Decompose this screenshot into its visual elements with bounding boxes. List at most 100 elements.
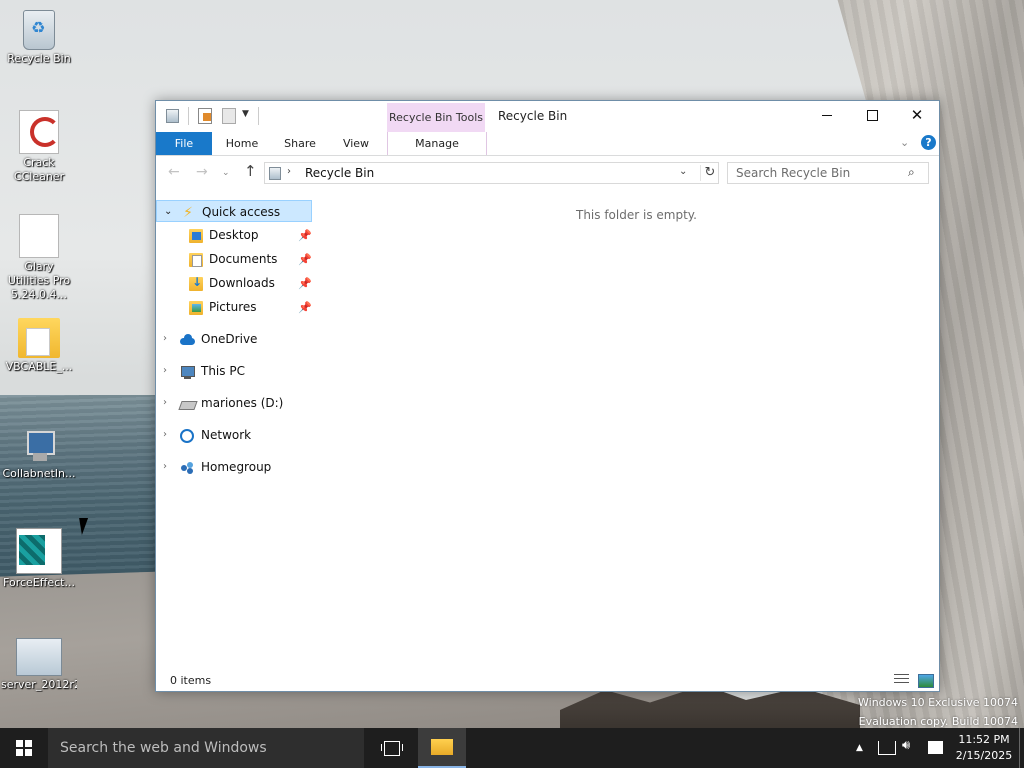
search-placeholder: Search Recycle Bin bbox=[736, 166, 851, 180]
nav-item-pictures[interactable]: Pictures 📌 bbox=[156, 296, 316, 320]
properties-icon[interactable] bbox=[198, 108, 212, 124]
status-bar: 0 items bbox=[156, 670, 939, 692]
watermark-line: Windows 10 Exclusive 10074 bbox=[858, 696, 1018, 709]
maximize-button[interactable] bbox=[849, 101, 895, 129]
nav-item-quick-access[interactable]: ⌄ ⚡ Quick access bbox=[156, 200, 312, 222]
address-row: ← → ⌄ ↑ › Recycle Bin ⌄ ↻ Search Recycle… bbox=[156, 156, 939, 190]
network-icon bbox=[180, 429, 194, 443]
toolbar-separator bbox=[188, 107, 189, 125]
network-status-icon[interactable] bbox=[878, 741, 896, 755]
folder-icon bbox=[18, 318, 60, 358]
expand-chevron-icon[interactable]: › bbox=[163, 397, 167, 408]
help-icon[interactable]: ? bbox=[921, 135, 936, 150]
nav-item-desktop[interactable]: Desktop 📌 bbox=[156, 224, 316, 248]
desktop-icon-vbcable[interactable]: VBCABLE_... bbox=[1, 318, 77, 374]
forward-arrow-icon[interactable]: → bbox=[196, 164, 208, 180]
tab-home[interactable]: Home bbox=[212, 132, 272, 155]
details-view-icon[interactable] bbox=[894, 674, 909, 686]
tab-file[interactable]: File bbox=[156, 132, 212, 155]
homegroup-icon bbox=[180, 461, 194, 475]
expand-chevron-icon[interactable]: › bbox=[163, 365, 167, 376]
close-icon: ✕ bbox=[910, 106, 924, 124]
explorer-window: ▼ Recycle Bin Tools Recycle Bin ✕ File H… bbox=[155, 100, 940, 692]
expand-ribbon-chevron-icon[interactable]: ⌄ bbox=[900, 136, 909, 149]
breadcrumb-chevron-icon[interactable]: › bbox=[287, 166, 291, 177]
up-arrow-icon[interactable]: ↑ bbox=[244, 162, 257, 180]
breadcrumb-recycle-bin[interactable]: Recycle Bin bbox=[305, 166, 374, 180]
item-count: 0 items bbox=[170, 674, 212, 687]
address-dropdown-chevron-icon[interactable]: ⌄ bbox=[679, 166, 687, 177]
pictures-folder-icon bbox=[189, 301, 203, 315]
nav-item-documents[interactable]: Documents 📌 bbox=[156, 248, 316, 272]
start-button[interactable] bbox=[0, 728, 48, 768]
windows-logo-icon bbox=[16, 740, 32, 756]
pin-icon[interactable]: 📌 bbox=[298, 301, 312, 314]
computer-icon bbox=[180, 365, 195, 379]
nav-item-homegroup[interactable]: › Homegroup bbox=[156, 456, 316, 480]
volume-icon[interactable]: 🔊︎ bbox=[902, 738, 910, 753]
ribbon-tabs: File Home Share View Manage ⌄ ? bbox=[156, 132, 939, 156]
nav-item-this-pc[interactable]: › This PC bbox=[156, 360, 316, 384]
window-title: Recycle Bin bbox=[498, 109, 568, 123]
desktop-icon-label: VBCABLE_... bbox=[5, 360, 73, 373]
action-center-icon[interactable] bbox=[928, 741, 943, 754]
documents-folder-icon bbox=[189, 253, 203, 267]
clock-time: 11:52 PM bbox=[958, 733, 1010, 746]
clock-date: 2/15/2025 bbox=[955, 749, 1013, 762]
large-icons-view-icon[interactable] bbox=[918, 674, 934, 688]
system-clock[interactable]: 11:52 PM 2/15/2025 bbox=[952, 732, 1016, 764]
desktop-icon-collabnet[interactable]: CollabnetIn... bbox=[1, 425, 77, 481]
pin-icon[interactable]: 📌 bbox=[298, 277, 312, 290]
taskbar-file-explorer-button[interactable] bbox=[418, 728, 466, 768]
desktop-icon-server[interactable]: server_2012r2 bbox=[1, 638, 77, 692]
nav-item-network[interactable]: › Network bbox=[156, 424, 316, 448]
desktop-folder-icon bbox=[189, 229, 203, 243]
cloud-icon bbox=[180, 333, 195, 347]
nav-item-label: Desktop bbox=[209, 228, 259, 242]
taskbar-search-input[interactable]: Search the web and Windows bbox=[48, 728, 364, 768]
show-desktop-button[interactable] bbox=[1019, 728, 1020, 768]
nav-item-label: Downloads bbox=[209, 276, 275, 290]
computer-icon bbox=[19, 425, 59, 465]
desktop-icon-glary-utilities[interactable]: Glary Utilities Pro 5.24.0.4... bbox=[1, 211, 77, 302]
tab-view[interactable]: View bbox=[328, 132, 384, 155]
search-icon[interactable]: ⌕ bbox=[908, 165, 915, 180]
minimize-icon bbox=[822, 114, 832, 116]
address-bar[interactable]: › Recycle Bin ⌄ ↻ bbox=[264, 162, 719, 184]
nav-item-onedrive[interactable]: › OneDrive bbox=[156, 328, 316, 352]
empty-folder-message: This folder is empty. bbox=[576, 208, 697, 222]
recent-locations-chevron-icon[interactable]: ⌄ bbox=[222, 168, 230, 178]
back-arrow-icon[interactable]: ← bbox=[168, 164, 180, 180]
customize-toolbar-chevron-icon[interactable]: ▼ bbox=[242, 109, 258, 125]
title-bar[interactable]: ▼ Recycle Bin Tools Recycle Bin ✕ bbox=[156, 101, 939, 132]
nav-item-label: Homegroup bbox=[201, 460, 272, 474]
downloads-folder-icon bbox=[189, 275, 203, 291]
pin-icon[interactable]: 📌 bbox=[298, 229, 312, 242]
desktop-icon-ccleaner[interactable]: Crack CCleaner bbox=[1, 107, 77, 184]
expand-chevron-icon[interactable]: › bbox=[163, 429, 167, 440]
nav-item-downloads[interactable]: Downloads 📌 bbox=[156, 272, 316, 296]
desktop-icon-label: ForceEffect... bbox=[3, 576, 75, 589]
minimize-button[interactable] bbox=[804, 101, 850, 129]
pin-icon[interactable]: 📌 bbox=[298, 253, 312, 266]
refresh-icon[interactable]: ↻ bbox=[700, 165, 719, 181]
search-input[interactable]: Search Recycle Bin ⌕ bbox=[727, 162, 929, 184]
recycle-bin-icon bbox=[269, 167, 281, 180]
recycle-bin-icon bbox=[166, 109, 179, 123]
registry-icon bbox=[16, 528, 62, 574]
new-folder-icon[interactable] bbox=[222, 108, 236, 124]
expand-chevron-icon[interactable]: › bbox=[163, 461, 167, 472]
close-button[interactable]: ✕ bbox=[894, 101, 940, 129]
recycle-bin-icon bbox=[23, 10, 55, 50]
nav-item-drive-d[interactable]: › mariones (D:) bbox=[156, 392, 316, 416]
collapse-chevron-icon[interactable]: ⌄ bbox=[164, 206, 172, 217]
tab-manage[interactable]: Manage bbox=[387, 132, 487, 155]
expand-chevron-icon[interactable]: › bbox=[163, 333, 167, 344]
tab-share[interactable]: Share bbox=[272, 132, 328, 155]
toolbar-separator bbox=[258, 107, 259, 125]
desktop-icon-recycle-bin[interactable]: Recycle Bin bbox=[1, 10, 77, 66]
show-hidden-icons-chevron-icon[interactable]: ▲ bbox=[856, 743, 863, 753]
task-view-icon[interactable] bbox=[378, 738, 406, 758]
document-icon bbox=[14, 211, 59, 258]
desktop-icon-forceeffect[interactable]: ForceEffect... bbox=[1, 528, 77, 590]
